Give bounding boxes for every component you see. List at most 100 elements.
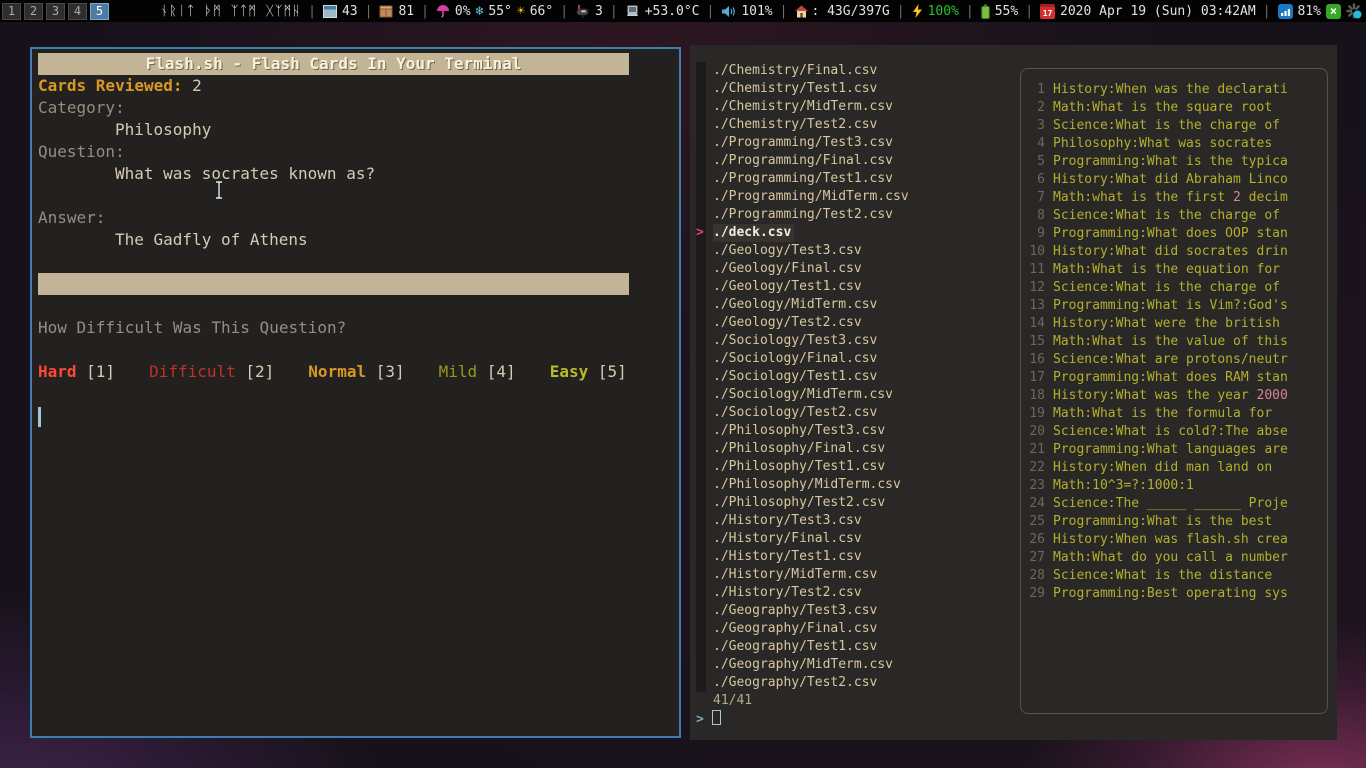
green-x-tray-icon[interactable]: × [1326,4,1341,19]
prompt-symbol: > [696,712,704,727]
gutter [696,80,706,98]
file-list-item[interactable]: ./Geography/Test2.csv [690,674,1020,692]
file-list-item[interactable]: ./Geography/MidTerm.csv [690,656,1020,674]
file-list-item[interactable]: ./Chemistry/Test1.csv [690,80,1020,98]
preview-line-number: 19 [1021,405,1045,423]
difficulty-option-hard[interactable]: Hard [1] [38,361,115,383]
spinner-tray-icon[interactable] [1346,3,1362,19]
preview-line-number: 16 [1021,351,1045,369]
battery-segment: 55% [981,4,1018,19]
window-count-segment: 43 [323,4,358,19]
file-list-item[interactable]: >./deck.csv [690,224,1020,242]
file-list-item[interactable]: ./Philosophy/Test3.csv [690,422,1020,440]
blank-line [38,295,673,317]
mail-count: 3 [595,4,603,19]
fzf-prompt-row[interactable]: > [696,710,721,728]
preview-line: 17Programming:What does RAM stan [1021,369,1327,387]
preview-line-text: History:What did socrates drin [1053,243,1288,261]
separator: | [365,4,373,19]
file-list-item[interactable]: ./Programming/Test1.csv [690,170,1020,188]
file-name: ./Sociology/MidTerm.csv [713,386,893,404]
file-list-item[interactable]: ./Geology/Final.csv [690,260,1020,278]
file-list-item[interactable]: ./History/Test3.csv [690,512,1020,530]
difficulty-option-easy[interactable]: Easy [5] [550,361,627,383]
preview-line: 3Science:What is the charge of [1021,117,1327,135]
file-name: ./Geography/Test2.csv [713,674,877,692]
file-list-item[interactable]: ./Geography/Final.csv [690,620,1020,638]
workspace-button-1[interactable]: 1 [2,3,21,20]
separator: | [897,4,905,19]
file-list-item[interactable]: ./Geology/Test3.csv [690,242,1020,260]
workspace-button-2[interactable]: 2 [24,3,43,20]
speaker-icon [721,5,736,18]
file-list-item[interactable]: ./Geology/Test1.csv [690,278,1020,296]
file-list-item[interactable]: ./Programming/Test3.csv [690,134,1020,152]
mouse-cursor-ibeam [213,180,225,200]
file-list-item[interactable]: ./Geology/MidTerm.csv [690,296,1020,314]
preview-line: 4Philosophy:What was socrates [1021,135,1327,153]
blank-line [38,185,673,207]
signal-tray-icon[interactable] [1278,4,1293,19]
preview-line-number: 22 [1021,459,1045,477]
preview-line-number: 1 [1021,81,1045,99]
file-list-item[interactable]: ./Philosophy/Test1.csv [690,458,1020,476]
gutter [696,422,706,440]
preview-line: 29Programming:Best operating sys [1021,585,1327,603]
file-list-item[interactable]: ./Programming/MidTerm.csv [690,188,1020,206]
gutter [696,116,706,134]
preview-line-text: Math:What is the square root [1053,99,1272,117]
file-list-item[interactable]: ./Chemistry/Test2.csv [690,116,1020,134]
file-list-item[interactable]: ./Geology/Test2.csv [690,314,1020,332]
file-list-item[interactable]: ./Geography/Test1.csv [690,638,1020,656]
file-list-item[interactable]: ./Programming/Test2.csv [690,206,1020,224]
gutter [696,458,706,476]
flash-title-bar: Flash.sh - Flash Cards In Your Terminal [38,53,629,75]
difficulty-option-mild[interactable]: Mild [4] [439,361,516,383]
preview-line-number: 17 [1021,369,1045,387]
file-name: ./Geology/MidTerm.csv [713,296,877,314]
file-name: ./Geology/Test1.csv [713,278,862,296]
difficulty-option-normal[interactable]: Normal [3] [308,361,404,383]
workspace-button-4[interactable]: 4 [68,3,87,20]
file-list-item[interactable]: ./Programming/Final.csv [690,152,1020,170]
file-list-item[interactable]: ./Geography/Test3.csv [690,602,1020,620]
file-name: ./Chemistry/MidTerm.csv [713,98,893,116]
gutter [696,530,706,548]
difficulty-option-difficult[interactable]: Difficult [2] [149,361,274,383]
preview-line-number: 8 [1021,207,1045,225]
file-list-item[interactable]: ./Philosophy/MidTerm.csv [690,476,1020,494]
file-list-item[interactable]: ./History/MidTerm.csv [690,566,1020,584]
preview-line-text: Science:What is cold?:The abse [1053,423,1288,441]
gutter [696,260,706,278]
file-list-item[interactable]: ./Sociology/Final.csv [690,350,1020,368]
gutter [696,674,706,692]
file-list-item[interactable]: ./Philosophy/Test2.csv [690,494,1020,512]
package-icon [379,5,393,18]
gutter [696,332,706,350]
gutter [696,386,706,404]
file-list-item[interactable]: ./Sociology/Test2.csv [690,404,1020,422]
workspace-button-3[interactable]: 3 [46,3,65,20]
file-list-item[interactable]: ./History/Final.csv [690,530,1020,548]
file-list-item[interactable]: ./Sociology/MidTerm.csv [690,386,1020,404]
preview-line: 13Programming:What is Vim?:God's [1021,297,1327,315]
workspace-button-5[interactable]: 5 [90,3,109,20]
preview-line-text: Programming:Best operating sys [1053,585,1288,603]
file-list-item[interactable]: ./History/Test2.csv [690,584,1020,602]
preview-line-text: Programming:What is the best [1053,513,1272,531]
file-list-item[interactable]: ./Sociology/Test3.csv [690,332,1020,350]
answer-value: The Gadfly of Athens [38,229,673,251]
gutter [696,296,706,314]
package-segment: 81 [379,4,414,19]
file-list-item[interactable]: ./History/Test1.csv [690,548,1020,566]
preview-line-number: 21 [1021,441,1045,459]
mail-segment: 3 [575,4,603,19]
preview-line-number: 24 [1021,495,1045,513]
terminal-cursor-row[interactable] [38,405,673,427]
file-list-item[interactable]: ./Philosophy/Final.csv [690,440,1020,458]
file-list-item[interactable]: ./Chemistry/Final.csv [690,62,1020,80]
category-label: Category: [38,97,673,119]
preview-line: 5Programming:What is the typica [1021,153,1327,171]
file-list-item[interactable]: ./Chemistry/MidTerm.csv [690,98,1020,116]
file-list-item[interactable]: ./Sociology/Test1.csv [690,368,1020,386]
